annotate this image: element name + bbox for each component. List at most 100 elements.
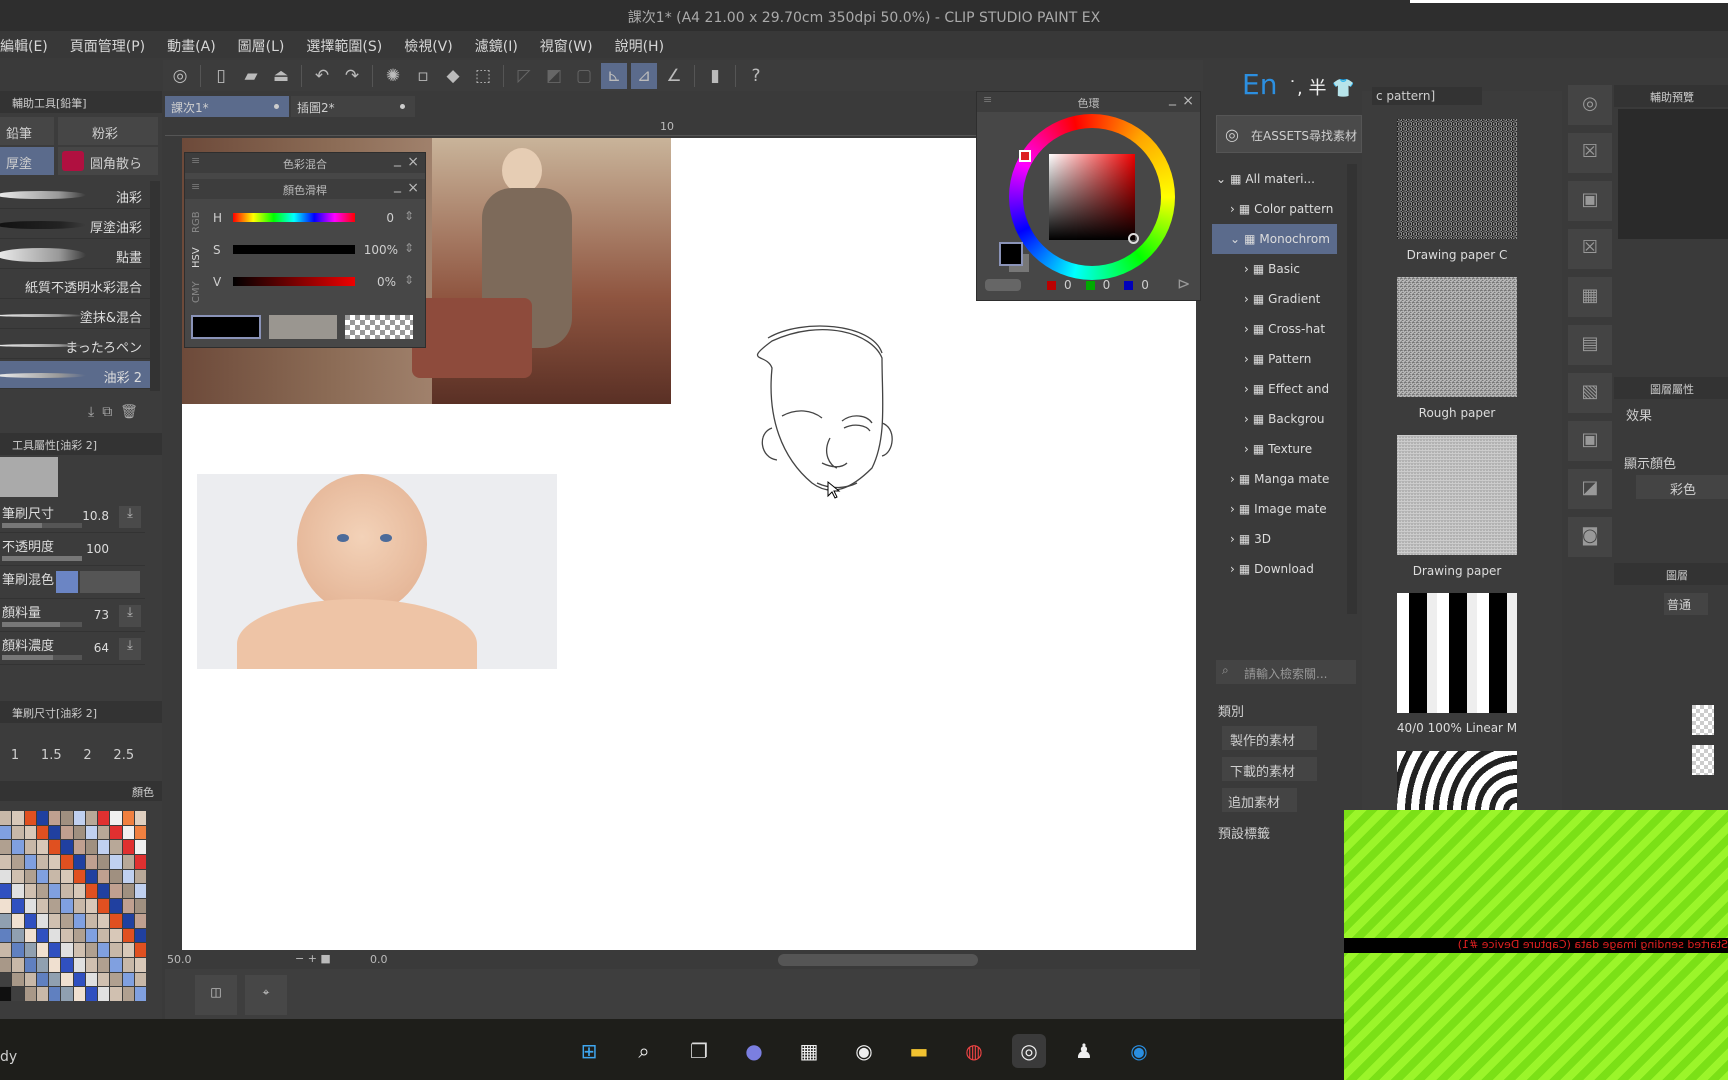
menu-page[interactable]: 頁面管理(P) (70, 31, 157, 58)
palette-swatch[interactable] (85, 825, 97, 840)
palette-swatch[interactable] (49, 913, 61, 928)
palette-swatch[interactable] (85, 987, 97, 1001)
minimize-icon[interactable]: _ (394, 177, 401, 193)
palette-swatch[interactable] (24, 825, 36, 840)
palette-swatch[interactable] (36, 825, 48, 840)
size-preset[interactable]: 2.5 (113, 748, 134, 763)
palette-swatch[interactable] (98, 913, 110, 928)
palette-swatch[interactable] (24, 899, 36, 913)
palette-swatch[interactable] (98, 987, 110, 1001)
store-icon[interactable]: ▦ (792, 1034, 826, 1068)
material-thumb[interactable] (1397, 751, 1517, 811)
palette-swatch[interactable] (73, 913, 85, 928)
palette-swatch[interactable] (85, 913, 97, 928)
blend-mode-dropdown[interactable]: 普通 (1664, 593, 1708, 615)
prop-opacity[interactable]: 不透明度 100 (0, 534, 145, 566)
palette-swatch[interactable] (61, 840, 73, 855)
palette-swatch[interactable] (134, 943, 146, 957)
palette-swatch[interactable] (61, 972, 73, 987)
palette-swatch[interactable] (49, 884, 61, 899)
palette-swatch[interactable] (98, 943, 110, 957)
palette-swatch[interactable] (134, 957, 146, 972)
tree-item[interactable]: › ▦ Texture (1244, 434, 1312, 464)
tab-rgb[interactable]: RGB (191, 212, 209, 234)
fill-icon[interactable]: ◆ (440, 63, 466, 89)
palette-swatch[interactable] (110, 943, 122, 957)
palette-swatch[interactable] (122, 884, 134, 899)
close-icon[interactable]: × (407, 154, 419, 170)
palette-swatch[interactable] (122, 869, 134, 884)
palette-swatch[interactable] (122, 913, 134, 928)
palette-swatch[interactable] (0, 899, 12, 913)
chevron-right-icon[interactable]: › (1230, 502, 1235, 516)
material-thumb[interactable] (1397, 435, 1517, 555)
clear-icon[interactable]: ✺ (380, 63, 406, 89)
palette-swatch[interactable] (61, 884, 73, 899)
tree-item[interactable]: › ▦ Manga mate (1230, 464, 1329, 494)
chevron-right-icon[interactable]: › (1230, 562, 1235, 576)
chevron-right-icon[interactable]: › (1244, 322, 1249, 336)
palette-swatch[interactable] (36, 884, 48, 899)
tree-scrollbar[interactable] (1347, 164, 1357, 614)
material-search-input[interactable]: ⌕ 請輸入檢索關... (1216, 660, 1356, 684)
palette-swatch[interactable] (12, 855, 24, 869)
palette-swatch[interactable] (0, 957, 12, 972)
palette-swatch[interactable] (24, 972, 36, 987)
palette-swatch[interactable] (110, 899, 122, 913)
zoom-value[interactable]: 50.0 (167, 953, 192, 966)
palette-swatch[interactable] (98, 972, 110, 987)
palette-swatch[interactable] (36, 899, 48, 913)
palette-swatch[interactable] (110, 869, 122, 884)
palette-swatch[interactable] (122, 855, 134, 869)
palette-swatch[interactable] (122, 972, 134, 987)
palette-swatch[interactable] (73, 811, 85, 825)
palette-swatch[interactable] (12, 913, 24, 928)
tree-item[interactable]: › ▦ Gradient (1244, 284, 1320, 314)
chevron-down-icon[interactable]: ⌄ (1230, 232, 1240, 246)
palette-swatch[interactable] (61, 869, 73, 884)
palette-swatch[interactable] (134, 987, 146, 1001)
tree-item[interactable]: › ▦ Download (1230, 554, 1314, 584)
palette-swatch[interactable] (73, 840, 85, 855)
prop-brush-size[interactable]: 筆刷尺寸 10.8 ⤓ (0, 501, 145, 533)
palette-swatch[interactable] (61, 825, 73, 840)
tree-item[interactable]: › ▦ Backgrou (1244, 404, 1325, 434)
clip-studio-icon[interactable]: ◎ (167, 63, 193, 89)
tree-item[interactable]: › ▦ Basic (1244, 254, 1300, 284)
palette-swatch[interactable] (0, 884, 12, 899)
material-icon[interactable]: ▧ (1568, 373, 1612, 413)
chevron-right-icon[interactable]: › (1230, 532, 1235, 546)
clip-studio-icon[interactable]: ◎ (1012, 1034, 1046, 1068)
chevron-right-icon[interactable]: › (1244, 382, 1249, 396)
color-mode-tabs[interactable]: CMY HSV RGB (191, 205, 209, 310)
palette-swatch[interactable] (73, 943, 85, 957)
chevron-right-icon[interactable]: › (1244, 412, 1249, 426)
panel-toggle-icon[interactable]: ◫ (195, 975, 237, 1015)
brush-item[interactable]: 油彩 (0, 181, 150, 209)
palette-swatch[interactable] (0, 987, 12, 1001)
size-preset[interactable]: 1 (11, 748, 19, 763)
menu-selection[interactable]: 選擇範圍(S) (306, 31, 394, 58)
palette-swatch[interactable] (24, 943, 36, 957)
palette-swatch[interactable] (110, 884, 122, 899)
palette-swatch[interactable] (110, 987, 122, 1001)
material-icon[interactable]: ▤ (1568, 325, 1612, 365)
chevron-right-icon[interactable]: › (1230, 472, 1235, 486)
palette-swatch[interactable] (110, 957, 122, 972)
ruler2-icon[interactable]: ◩ (541, 63, 567, 89)
palette-swatch[interactable] (98, 840, 110, 855)
slider-s[interactable]: S 100% ⇕ (213, 239, 418, 271)
palette-swatch[interactable] (24, 928, 36, 943)
palette-swatch[interactable] (85, 869, 97, 884)
menu-view[interactable]: 檢視(V) (404, 31, 465, 58)
palette-swatch[interactable] (0, 869, 12, 884)
search-icon[interactable]: ⌕ (627, 1034, 661, 1068)
palette-swatch[interactable] (73, 899, 85, 913)
smartphone-icon[interactable]: ▮ (702, 63, 728, 89)
palette-swatch[interactable] (49, 928, 61, 943)
palette-swatch[interactable] (98, 869, 110, 884)
palette-swatch[interactable] (98, 957, 110, 972)
palette-swatch[interactable] (134, 972, 146, 987)
main-color-swatch[interactable] (999, 242, 1023, 266)
material-icon[interactable]: ▣ (1568, 421, 1612, 461)
